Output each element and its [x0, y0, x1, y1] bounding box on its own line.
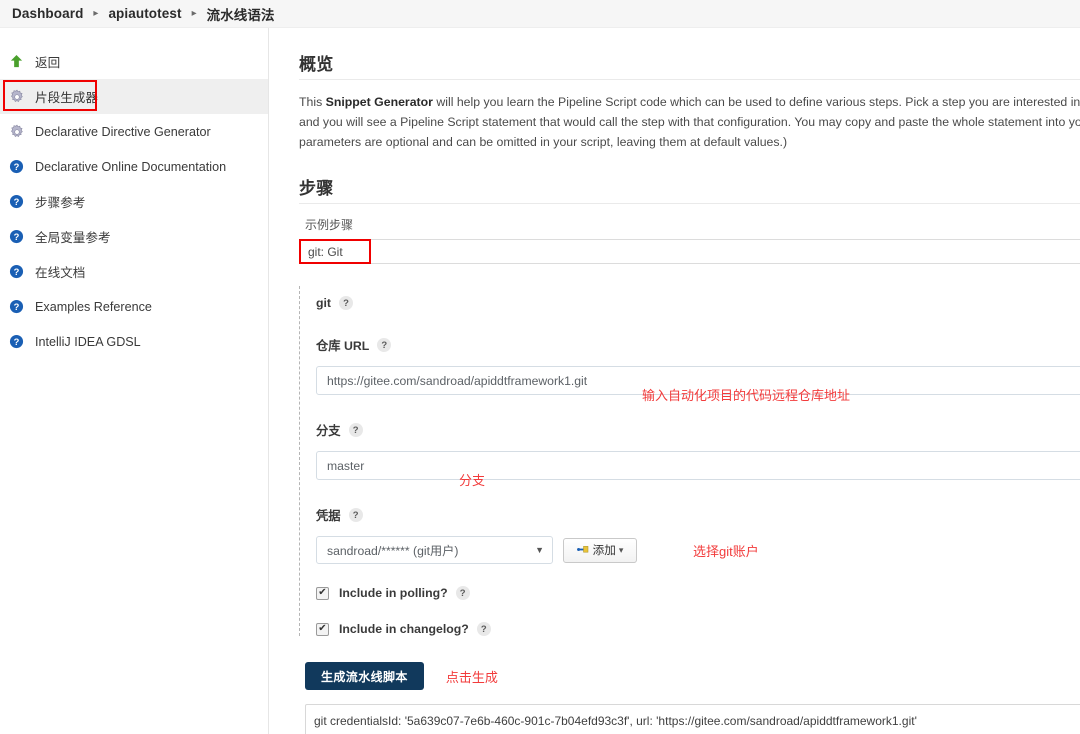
generated-script-output[interactable]: git credentialsId: '5a639c07-7e6b-460c-9… — [305, 704, 1080, 734]
include-in-changelog-row[interactable]: ✔ Include in changelog? ? — [316, 622, 1080, 636]
svg-text:?: ? — [14, 302, 20, 312]
sidebar-item-declarative-online-documentation[interactable]: ? Declarative Online Documentation — [0, 149, 268, 184]
branch-label: 分支 ? — [316, 421, 1080, 439]
include-in-polling-row[interactable]: ✔ Include in polling? ? — [316, 586, 1080, 600]
include-in-changelog-label-text: Include in changelog? — [339, 622, 469, 636]
svg-text:?: ? — [14, 162, 20, 172]
sidebar-item-label: Declarative Directive Generator — [35, 124, 211, 139]
git-step-form: git ? 仓库 URL ? https://gitee.com/sandroa… — [299, 286, 1080, 636]
include-in-polling-label-text: Include in polling? — [339, 586, 448, 600]
breadcrumb-item-apiautotest[interactable]: apiautotest — [102, 6, 187, 21]
repo-url-value: https://gitee.com/sandroad/apiddtframewo… — [327, 373, 588, 388]
gear-icon — [8, 123, 25, 140]
repo-url-label: 仓库 URL ? — [316, 336, 1080, 354]
sidebar-item-examples-reference[interactable]: ? Examples Reference — [0, 289, 268, 324]
help-icon[interactable]: ? — [339, 296, 354, 310]
branch-input[interactable]: master — [316, 451, 1080, 480]
intro-prefix: This — [299, 95, 326, 109]
sidebar-item-label: Examples Reference — [35, 299, 152, 314]
breadcrumb-separator: ▸ — [191, 8, 197, 19]
credentials-label-text: 凭据 — [316, 509, 341, 523]
sidebar-item-online-documentation[interactable]: ? 在线文档 — [0, 254, 268, 289]
sidebar-item-global-variable-reference[interactable]: ? 全局变量参考 — [0, 219, 268, 254]
svg-text:?: ? — [14, 232, 20, 242]
help-icon: ? — [8, 228, 25, 245]
generated-script-text: git credentialsId: '5a639c07-7e6b-460c-9… — [314, 714, 917, 728]
generate-pipeline-script-button[interactable]: 生成流水线脚本 — [305, 662, 424, 690]
sidebar-item-label: 步骤参考 — [35, 196, 86, 210]
overview-divider — [299, 79, 1080, 80]
help-icon: ? — [8, 193, 25, 210]
credentials-label: 凭据 ? — [316, 506, 1080, 524]
add-credentials-label: 添加 — [592, 544, 616, 557]
sidebar-item-back[interactable]: 返回 — [0, 44, 268, 79]
credentials-value: sandroad/****** (git用户) — [327, 544, 459, 558]
svg-text:?: ? — [14, 337, 20, 347]
help-icon[interactable]: ? — [476, 622, 491, 636]
annotation-generate-note: 点击生成 — [445, 669, 498, 685]
help-icon[interactable]: ? — [348, 423, 363, 437]
steps-divider — [299, 203, 1080, 204]
gear-icon — [8, 88, 25, 105]
sidebar-item-step-reference[interactable]: ? 步骤参考 — [0, 184, 268, 219]
include-in-changelog-checkbox[interactable]: ✔ — [316, 622, 329, 636]
sidebar-item-label: 返回 — [35, 56, 61, 70]
annotation-branch-note: 分支 — [459, 473, 486, 488]
sidebar-item-label: 全局变量参考 — [35, 231, 111, 245]
branch-label-text: 分支 — [316, 424, 341, 438]
chevron-down-icon: ▼ — [535, 545, 544, 555]
breadcrumb-item-pipeline-syntax[interactable]: 流水线语法 — [201, 4, 281, 24]
overview-description: This Snippet Generator will help you lea… — [299, 92, 1080, 152]
git-group-label-text: git — [316, 296, 332, 310]
help-icon[interactable]: ? — [455, 586, 470, 600]
step-select-value: git: Git — [308, 244, 343, 259]
sample-step-label: 示例步骤 — [305, 218, 354, 232]
sidebar-item-label: 片段生成器 — [35, 91, 98, 105]
credentials-select[interactable]: sandroad/****** (git用户) ▼ — [316, 536, 553, 564]
sidebar-item-declarative-directive-generator[interactable]: Declarative Directive Generator — [0, 114, 268, 149]
breadcrumb-separator: ▸ — [93, 8, 99, 19]
breadcrumb: Dashboard ▸ apiautotest ▸ 流水线语法 — [0, 0, 1080, 28]
branch-value: master — [327, 458, 365, 473]
help-icon: ? — [8, 263, 25, 280]
generate-row: 生成流水线脚本 点击生成 — [305, 662, 1080, 690]
sidebar-item-label: 在线文档 — [35, 266, 86, 280]
add-credentials-button[interactable]: 添加 ▾ — [563, 537, 637, 563]
include-in-polling-label: Include in polling? ? — [339, 586, 470, 600]
help-icon: ? — [8, 298, 25, 315]
sidebar: 返回 片段生成器 Declarative Directive Generator — [0, 28, 269, 734]
help-icon[interactable]: ? — [377, 338, 392, 352]
steps-title: 步骤 — [299, 179, 334, 198]
breadcrumb-item-dashboard[interactable]: Dashboard — [6, 6, 89, 21]
step-select-row: git: Git — [299, 239, 1080, 264]
credentials-row: sandroad/****** (git用户) ▼ 添加 ▾ 选择git账户 — [316, 536, 1080, 564]
svg-text:?: ? — [14, 197, 20, 207]
help-icon: ? — [8, 158, 25, 175]
intro-bold: Snippet Generator — [325, 95, 433, 109]
help-icon: ? — [8, 333, 25, 350]
overview-title: 概览 — [299, 55, 334, 74]
main-content: 概览 This Snippet Generator will help you … — [269, 28, 1080, 734]
sidebar-item-label: Declarative Online Documentation — [35, 159, 227, 174]
sidebar-item-label: IntelliJ IDEA GDSL — [35, 334, 141, 349]
step-select[interactable]: git: Git — [299, 239, 1080, 264]
svg-text:?: ? — [14, 267, 20, 277]
repo-url-label-text: 仓库 URL — [316, 339, 370, 353]
git-group-label: git ? — [316, 296, 1080, 310]
sidebar-item-snippet-generator[interactable]: 片段生成器 — [0, 79, 268, 114]
sidebar-item-intellij-idea-gdsl[interactable]: ? IntelliJ IDEA GDSL — [0, 324, 268, 359]
annotation-repo-url-note: 输入自动化项目的代码远程仓库地址 — [642, 388, 851, 403]
key-icon — [576, 544, 590, 557]
up-arrow-icon — [8, 53, 25, 70]
annotation-credentials-note: 选择git账户 — [693, 543, 759, 559]
include-in-changelog-label: Include in changelog? ? — [339, 622, 491, 636]
include-in-polling-checkbox[interactable]: ✔ — [316, 586, 329, 600]
help-icon[interactable]: ? — [348, 508, 363, 522]
chevron-down-icon: ▾ — [618, 544, 624, 555]
